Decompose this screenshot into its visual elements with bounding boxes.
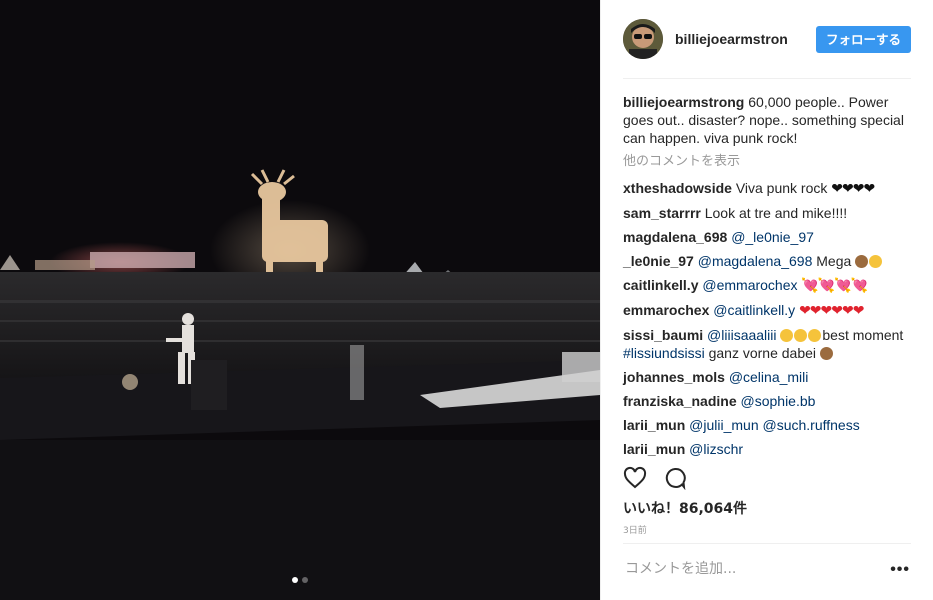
- comment: emmarochex @caitlinkell.y ❤❤❤❤❤❤: [623, 301, 913, 320]
- comment: johannes_mols @celina_mili: [623, 368, 913, 386]
- comment: sissi_baumi @liiisaaaliii best moment #l…: [623, 326, 913, 362]
- add-comment-input[interactable]: [623, 560, 857, 578]
- likes-count[interactable]: いいね！86,064件: [623, 498, 747, 518]
- comment-username[interactable]: emmarochex: [623, 302, 709, 318]
- comment-username[interactable]: franziska_nadine: [623, 393, 737, 409]
- black-hearts-emoji: ❤❤❤❤: [831, 181, 875, 197]
- comment-icon[interactable]: [663, 466, 687, 490]
- comment-mention[interactable]: @liiisaaaliii: [707, 327, 776, 343]
- comment-username[interactable]: larii_mun: [623, 441, 685, 457]
- carousel-dot-active[interactable]: [292, 577, 298, 583]
- comment-mention[interactable]: @celina_mili: [729, 369, 809, 385]
- avatar-image: [623, 19, 663, 59]
- comment: sam_starrrr Look at tre and mike!!!!: [623, 204, 913, 222]
- post-sidebar: billiejoearmstron フォローする billiejoearmstr…: [600, 0, 932, 600]
- comment: xtheshadowside Viva punk rock ❤❤❤❤: [623, 179, 913, 198]
- heart-eyes-icon: [780, 329, 794, 342]
- comment-username[interactable]: larii_mun: [623, 417, 685, 433]
- post-image[interactable]: [0, 0, 600, 600]
- comment-username[interactable]: sissi_baumi: [623, 327, 703, 343]
- comment-text: best moment: [822, 327, 904, 343]
- caption-username[interactable]: billiejoearmstrong: [623, 94, 744, 110]
- comment-mention[interactable]: @lizschr: [689, 441, 743, 457]
- red-hearts-emoji: ❤❤❤❤❤❤: [799, 303, 864, 319]
- comment-text: Look at tre and mike!!!!: [704, 205, 848, 221]
- heart-eyes-icon: [794, 329, 808, 342]
- carousel-dot[interactable]: [302, 577, 308, 583]
- comment-mention[interactable]: @sophie.bb: [741, 393, 816, 409]
- comment-text: Mega: [812, 253, 852, 269]
- see-no-evil-monkey-icon: [819, 347, 833, 360]
- comment-mention[interactable]: @julii_mun: [689, 417, 758, 433]
- comments-section: billiejoearmstrong 60,000 people.. Power…: [623, 93, 913, 464]
- author-username[interactable]: billiejoearmstron: [675, 31, 793, 47]
- comment-username[interactable]: magdalena_698: [623, 229, 727, 245]
- comment-mention[interactable]: @caitlinkell.y: [713, 302, 795, 318]
- pink-hearts-emoji: 💘💘💘💘: [801, 278, 868, 294]
- instagram-post: billiejoearmstron フォローする billiejoearmstr…: [0, 0, 933, 600]
- flexed-biceps-icon: [869, 255, 883, 268]
- carousel-indicator[interactable]: [0, 577, 600, 583]
- comment: magdalena_698 @_le0nie_97: [623, 228, 913, 246]
- comment-username[interactable]: xtheshadowside: [623, 180, 732, 196]
- caption: billiejoearmstrong 60,000 people.. Power…: [623, 93, 913, 147]
- heart-eyes-icon: [808, 329, 822, 342]
- post-timestamp[interactable]: 3日前: [623, 523, 647, 536]
- comment-mention[interactable]: @emmarochex: [702, 277, 797, 293]
- comment-mention[interactable]: @magdalena_698: [698, 253, 813, 269]
- comment-mention[interactable]: @such.ruffness: [763, 417, 860, 433]
- comment-username[interactable]: caitlinkell.y: [623, 277, 698, 293]
- comment-hashtag[interactable]: #lissiundsissi: [623, 345, 705, 361]
- comment: larii_mun @lizschr: [623, 440, 913, 458]
- more-options-icon[interactable]: •••: [890, 562, 910, 578]
- comment-username[interactable]: sam_starrrr: [623, 205, 701, 221]
- avatar[interactable]: [623, 19, 663, 59]
- post-header: billiejoearmstron フォローする: [623, 0, 911, 79]
- concert-photo: [0, 0, 600, 600]
- comment-mention[interactable]: @_le0nie_97: [731, 229, 814, 245]
- comment-username[interactable]: _le0nie_97: [623, 253, 694, 269]
- heart-icon[interactable]: [623, 466, 647, 490]
- follow-button[interactable]: フォローする: [815, 26, 911, 53]
- load-more-comments-link[interactable]: 他のコメントを表示: [623, 153, 913, 171]
- comment: larii_mun @julii_mun @such.ruffness: [623, 416, 913, 434]
- comment-text: ganz vorne dabei: [704, 345, 817, 361]
- comment-username[interactable]: johannes_mols: [623, 369, 725, 385]
- action-bar: [623, 463, 913, 493]
- comment: _le0nie_97 @magdalena_698 Mega: [623, 252, 913, 270]
- see-no-evil-monkey-icon: [855, 255, 869, 268]
- comment: caitlinkell.y @emmarochex 💘💘💘💘: [623, 276, 913, 295]
- comment: franziska_nadine @sophie.bb: [623, 392, 913, 410]
- divider: [623, 543, 911, 544]
- comment-text: Viva punk rock: [735, 180, 832, 196]
